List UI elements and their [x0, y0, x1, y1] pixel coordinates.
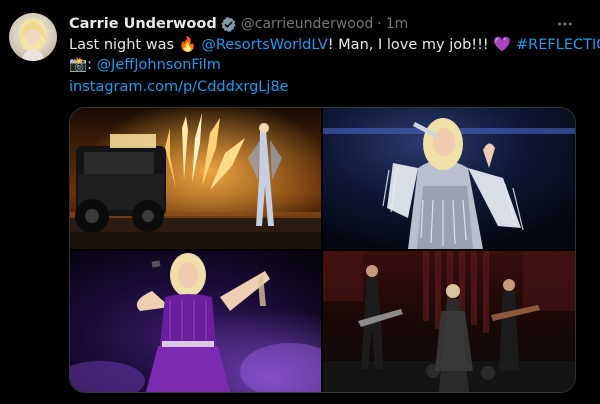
text-prefix: Last night was	[69, 37, 175, 53]
more-horizontal-icon	[558, 22, 572, 26]
mention-jeffjohnsonfilm[interactable]: @JeffJohnsonFilm	[97, 57, 221, 73]
hashtag-reflection[interactable]: #REFLECTION	[516, 37, 600, 53]
display-name[interactable]: Carrie Underwood	[69, 16, 217, 32]
handle[interactable]: @carrieunderwood	[241, 16, 374, 32]
tweet-header: Carrie Underwood @carrieunderwood · 1m	[69, 14, 408, 34]
tweet-text-line-2: 📸: @JeffJohnsonFilm	[69, 55, 221, 75]
tweet-text-line-3: instagram.com/p/CdddxrgLj8e	[69, 77, 289, 97]
verified-badge-icon	[220, 16, 237, 33]
photo-stage-jeep-fireworks[interactable]	[70, 108, 321, 249]
photo-singer-silver-fringe[interactable]	[323, 108, 575, 249]
media-grid	[69, 107, 576, 393]
separator-dot: ·	[377, 16, 382, 32]
tweet: Carrie Underwood @carrieunderwood · 1m L…	[0, 0, 600, 404]
text-middle: ! Man, I love my job!!!	[327, 37, 489, 53]
fire-emoji: 🔥	[178, 37, 197, 53]
photo-band-on-stage[interactable]	[323, 251, 575, 392]
camera-emoji: 📸	[69, 57, 88, 73]
more-button[interactable]	[555, 14, 575, 34]
photo-singer-purple-dress[interactable]	[70, 251, 321, 392]
purple-heart-emoji: 💜	[493, 37, 512, 53]
instagram-link[interactable]: instagram.com/p/CdddxrgLj8e	[69, 79, 289, 95]
text-colon: :	[87, 57, 92, 73]
timestamp[interactable]: 1m	[386, 16, 409, 32]
tweet-text-line-1: Last night was 🔥 @ResortsWorldLV! Man, I…	[69, 35, 600, 55]
avatar[interactable]	[9, 13, 57, 61]
mention-resortsworldlv[interactable]: @ResortsWorldLV	[201, 37, 327, 53]
